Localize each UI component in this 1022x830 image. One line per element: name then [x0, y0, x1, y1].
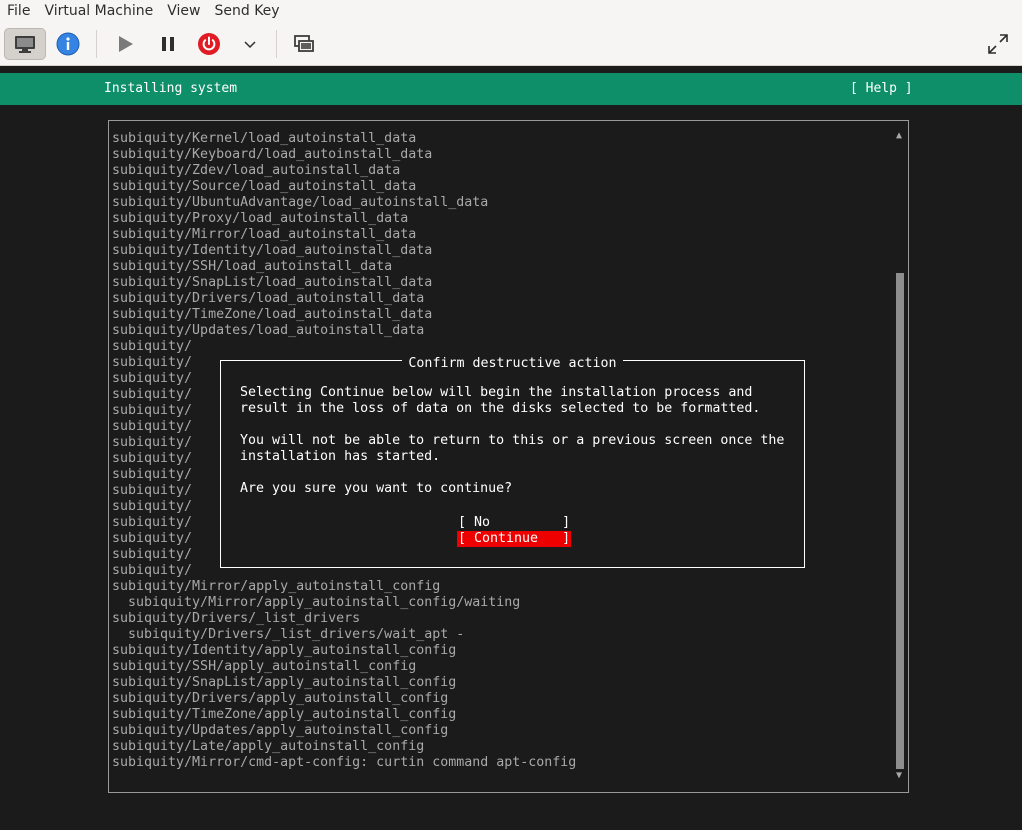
power-icon — [198, 33, 220, 55]
log-line: subiquity/Mirror/apply_autoinstall_confi… — [112, 595, 521, 610]
log-line: subiquity/SSH/apply_autoinstall_config — [112, 659, 417, 674]
scroll-down-arrow[interactable]: ▼ — [896, 770, 902, 781]
log-line: subiquity/TimeZone/load_autoinstall_data — [112, 307, 433, 322]
toolbar-separator — [276, 30, 277, 58]
log-line: subiquity/Updates/apply_autoinstall_conf… — [112, 723, 449, 738]
log-line: subiquity/Drivers/load_autoinstall_data — [112, 291, 425, 306]
shutdown-button[interactable] — [194, 28, 224, 60]
no-button[interactable]: [ No ] — [458, 515, 570, 531]
menu-file[interactable]: File — [0, 0, 37, 22]
toolbar — [0, 22, 1022, 66]
log-line: subiquity/Drivers/_list_drivers — [112, 611, 361, 626]
log-line: subiquity/Zdev/load_autoinstall_data — [112, 163, 401, 178]
run-button[interactable] — [110, 28, 140, 60]
log-line: subiquity/Proxy/load_autoinstall_data — [112, 211, 409, 226]
log-line: subiquity/SnapList/apply_autoinstall_con… — [112, 675, 457, 690]
menu-bar: File Virtual Machine View Send Key — [0, 0, 1022, 22]
menu-send-key[interactable]: Send Key — [207, 0, 286, 22]
log-line: subiquity/Drivers/_list_drivers/wait_apt… — [112, 627, 465, 642]
log-line: subiquity/Source/load_autoinstall_data — [112, 179, 417, 194]
info-icon — [56, 32, 80, 56]
play-icon — [119, 36, 133, 52]
scrollbar-thumb[interactable] — [896, 273, 904, 769]
snapshots-button[interactable] — [289, 28, 319, 60]
show-console-button[interactable] — [4, 28, 46, 60]
log-line: subiquity/UbuntuAdvantage/load_autoinsta… — [112, 195, 489, 210]
log-line: subiquity/Identity/apply_autoinstall_con… — [112, 643, 457, 658]
dialog-title: Confirm destructive action — [402, 356, 623, 371]
log-line: subiquity/Identity/load_autoinstall_data — [112, 243, 433, 258]
installer-header: Installing system [ Help ] — [0, 73, 1022, 105]
fullscreen-button[interactable] — [983, 28, 1013, 60]
log-line: subiquity/Mirror/load_autoinstall_data — [112, 227, 417, 242]
log-line: subiquity/SnapList/load_autoinstall_data — [112, 275, 433, 290]
log-line: subiquity/Mirror/cmd-apt-config: curtin … — [112, 755, 577, 770]
shutdown-menu-button[interactable] — [236, 28, 264, 60]
dialog-message: Selecting Continue below will begin the … — [240, 385, 785, 496]
scroll-up-arrow[interactable]: ▲ — [896, 130, 902, 141]
log-line: subiquity/Kernel/load_autoinstall_data — [112, 131, 417, 146]
log-line: subiquity/Late/apply_autoinstall_config — [112, 739, 425, 754]
log-line: subiquity/Mirror/apply_autoinstall_confi… — [112, 579, 441, 594]
continue-button[interactable]: [ Continue ] — [457, 531, 572, 547]
toolbar-separator — [96, 30, 97, 58]
log-line: subiquity/Updates/load_autoinstall_data — [112, 323, 425, 338]
vm-console[interactable]: Installing system [ Help ] subiquity/Ker… — [0, 67, 1022, 830]
log-line: subiquity/Keyboard/load_autoinstall_data — [112, 147, 433, 162]
chevron-down-icon — [244, 41, 256, 49]
monitor-icon — [15, 36, 35, 53]
menu-view[interactable]: View — [160, 0, 207, 22]
confirm-dialog: Confirm destructive action Selecting Con… — [220, 356, 805, 568]
screens-icon — [294, 35, 314, 52]
fullscreen-icon — [988, 34, 1008, 54]
pause-icon — [162, 37, 174, 51]
help-button[interactable]: [ Help ] — [850, 81, 913, 96]
log-line: subiquity/TimeZone/apply_autoinstall_con… — [112, 707, 457, 722]
log-line: subiquity/Drivers/apply_autoinstall_conf… — [112, 691, 449, 706]
menu-virtual-machine[interactable]: Virtual Machine — [37, 0, 160, 22]
log-line: subiquity/SSH/load_autoinstall_data — [112, 259, 393, 274]
page-title: Installing system — [104, 81, 238, 96]
pause-button[interactable] — [153, 28, 183, 60]
details-button[interactable] — [52, 28, 84, 60]
